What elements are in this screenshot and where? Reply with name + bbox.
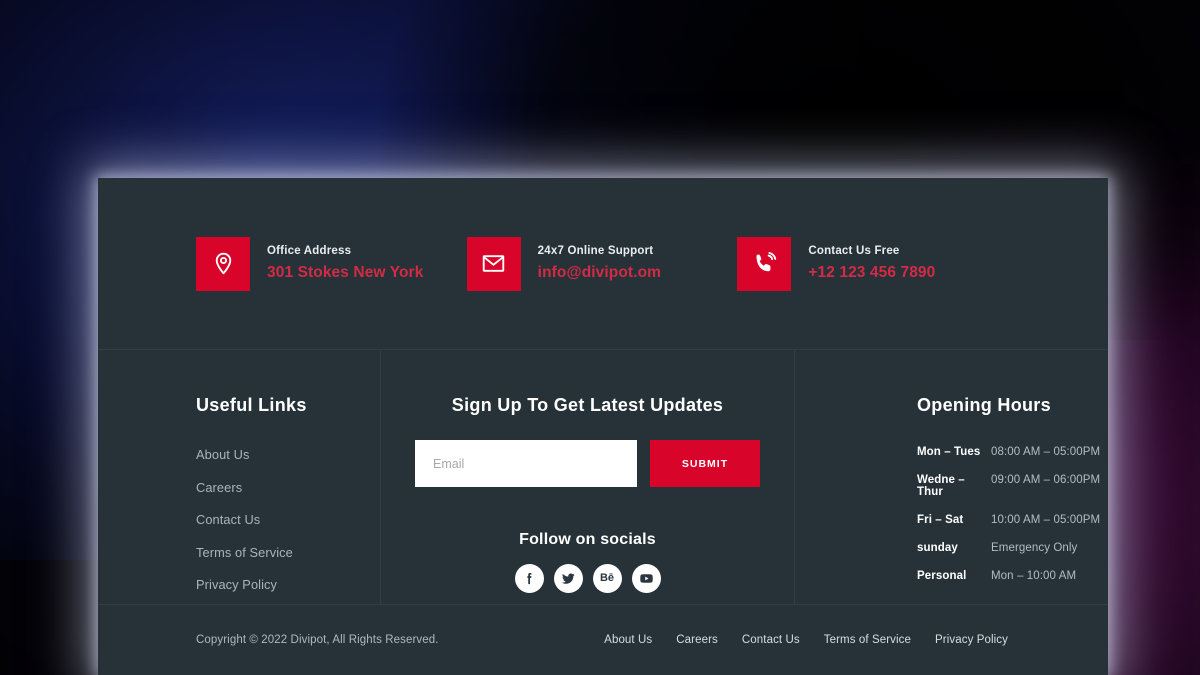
behance-icon[interactable]: Bē	[592, 564, 622, 593]
youtube-icon[interactable]	[631, 564, 661, 593]
hours-day: Mon – Tues	[917, 446, 981, 458]
phone-ringing-icon	[737, 236, 792, 291]
bottom-link-terms-of-service[interactable]: Terms of Service	[824, 634, 911, 646]
bottom-link-contact-us[interactable]: Contact Us	[742, 634, 800, 646]
contact-label: Contact Us Free	[808, 244, 900, 257]
bottom-link-about-us[interactable]: About Us	[604, 634, 652, 646]
useful-links-list: About Us Careers Contact Us Terms of Ser…	[196, 446, 380, 594]
bottom-link-careers[interactable]: Careers	[676, 634, 718, 646]
contact-text-office-address: Office Address 301 Stokes New York	[267, 245, 423, 282]
hours-time: Emergency Only	[991, 542, 1078, 554]
contact-value: +12 123 456 7890	[808, 263, 936, 281]
table-row: sunday Emergency Only	[917, 542, 1108, 554]
opening-hours-title: Opening Hours	[917, 395, 1051, 415]
list-item: Contact Us	[196, 511, 380, 529]
location-pin-icon	[196, 236, 250, 291]
facebook-icon[interactable]	[514, 564, 544, 593]
hours-day: Personal	[917, 570, 967, 582]
newsletter-form: SUBMIT	[381, 440, 794, 487]
opening-hours-column: Opening Hours Mon – Tues 08:00 AM – 05:0…	[795, 350, 1108, 604]
contact-label: Office Address	[267, 244, 352, 257]
useful-link-about-us[interactable]: About Us	[196, 447, 249, 462]
newsletter-column: Sign Up To Get Latest Updates SUBMIT Fol…	[380, 350, 795, 604]
copyright-text: Copyright © 2022 Divipot, All Rights Res…	[196, 633, 439, 646]
contact-item-office-address: Office Address 301 Stokes New York	[196, 236, 467, 291]
contact-item-online-support: 24x7 Online Support info@divipot.om	[466, 236, 738, 291]
useful-links-title: Useful Links	[196, 395, 307, 415]
table-row: Personal Mon – 10:00 AM	[917, 570, 1108, 582]
list-item: Careers	[196, 479, 380, 497]
hours-day: Wedne – Thur	[917, 474, 965, 498]
useful-links-column: Useful Links About Us Careers Contact Us…	[98, 350, 380, 604]
contact-item-contact-free: Contact Us Free +12 123 456 7890	[737, 236, 1008, 291]
useful-link-privacy-policy[interactable]: Privacy Policy	[196, 577, 277, 592]
contact-value: 301 Stokes New York	[267, 263, 424, 281]
list-item: Privacy Policy	[196, 576, 380, 594]
list-item: About Us	[196, 446, 380, 464]
bottom-nav: About Us Careers Contact Us Terms of Ser…	[604, 634, 1008, 646]
newsletter-title: Sign Up To Get Latest Updates	[451, 395, 724, 415]
social-links: Bē	[381, 564, 794, 593]
useful-link-contact-us[interactable]: Contact Us	[196, 512, 260, 527]
footer-bottom-bar: Copyright © 2022 Divipot, All Rights Res…	[98, 604, 1108, 674]
useful-link-terms-of-service[interactable]: Terms of Service	[196, 545, 293, 560]
hours-day: Fri – Sat	[917, 514, 964, 526]
contact-label: 24x7 Online Support	[537, 244, 654, 257]
envelope-icon	[466, 236, 521, 291]
submit-button[interactable]: SUBMIT	[650, 440, 760, 487]
hours-time: 09:00 AM – 06:00PM	[991, 474, 1101, 486]
contact-value: info@divipot.om	[537, 263, 662, 281]
useful-link-careers[interactable]: Careers	[196, 480, 242, 495]
table-row: Fri – Sat 10:00 AM – 05:00PM	[917, 514, 1108, 526]
behance-glyph: Bē	[599, 572, 615, 584]
bottom-link-privacy-policy[interactable]: Privacy Policy	[935, 634, 1008, 646]
hours-time: 08:00 AM – 05:00PM	[991, 446, 1101, 458]
footer-columns: Useful Links About Us Careers Contact Us…	[98, 350, 1108, 604]
contact-text-online-support: 24x7 Online Support info@divipot.om	[538, 245, 661, 282]
email-input[interactable]	[415, 440, 637, 487]
contact-text-contact-free: Contact Us Free +12 123 456 7890	[808, 245, 935, 282]
table-row: Mon – Tues 08:00 AM – 05:00PM	[917, 446, 1108, 458]
follow-on-socials-title: Follow on socials	[519, 531, 656, 548]
list-item: Terms of Service	[196, 544, 380, 562]
table-row: Wedne – Thur 09:00 AM – 06:00PM	[917, 474, 1108, 498]
twitter-icon[interactable]	[553, 564, 583, 593]
footer-card: Office Address 301 Stokes New York 24x7 …	[98, 178, 1108, 675]
hours-day: sunday	[917, 542, 958, 554]
hours-time: Mon – 10:00 AM	[991, 570, 1077, 582]
contact-strip: Office Address 301 Stokes New York 24x7 …	[98, 178, 1108, 350]
hours-time: 10:00 AM – 05:00PM	[991, 514, 1101, 526]
